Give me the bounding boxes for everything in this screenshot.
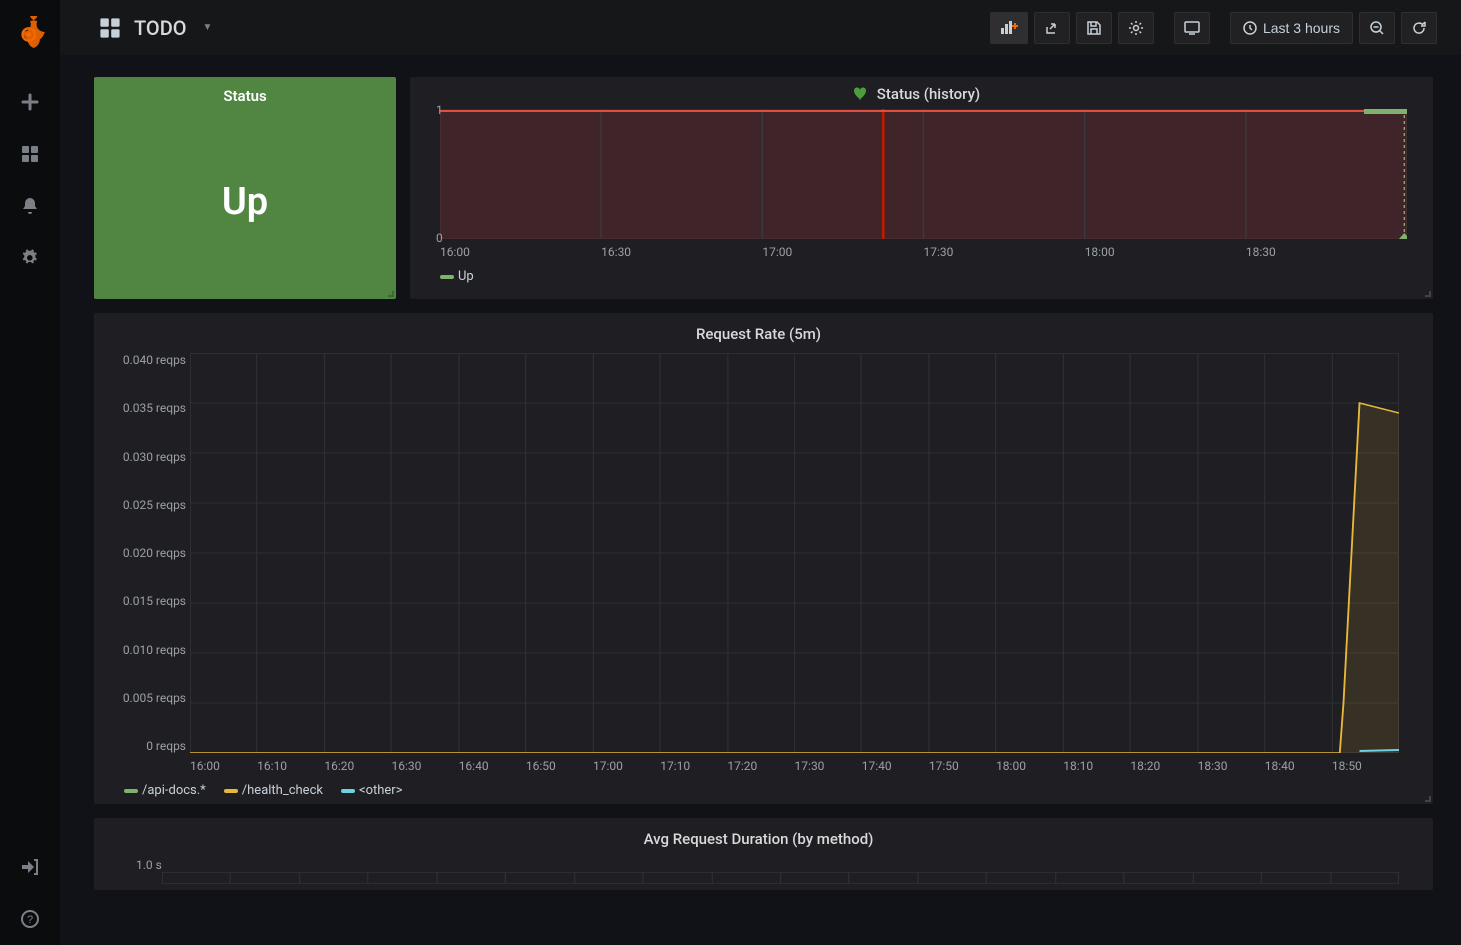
status-value: Up [222, 105, 268, 299]
save-button[interactable] [1076, 12, 1112, 44]
panel-avg-duration[interactable]: Avg Request Duration (by method) 1.0 s [94, 818, 1433, 890]
legend-item[interactable]: <other> [341, 783, 403, 798]
dashboard-title: TODO [134, 16, 187, 40]
resize-handle-icon[interactable] [1425, 291, 1431, 297]
legend-item[interactable]: /health_check [224, 783, 323, 798]
add-icon[interactable] [10, 82, 50, 122]
panel-status-history[interactable]: Status (history) 1 0 [410, 77, 1433, 299]
dashboards-icon[interactable] [10, 134, 50, 174]
panel-title: Status [223, 87, 266, 105]
bell-icon[interactable] [10, 186, 50, 226]
share-button[interactable] [1034, 12, 1070, 44]
chart-request-rate: 0.040 reqps 0.035 reqps 0.030 reqps 0.02… [190, 353, 1399, 753]
dashboard-title-dropdown[interactable]: TODO ▼ [98, 16, 212, 40]
svg-text:?: ? [27, 914, 33, 926]
legend: /api-docs.* /health_check <other> [124, 783, 1415, 798]
panel-title: Avg Request Duration (by method) [102, 830, 1415, 848]
cycle-view-button[interactable] [1174, 12, 1210, 44]
time-range-button[interactable]: Last 3 hours [1230, 12, 1353, 44]
panel-status[interactable]: Status Up [94, 77, 396, 299]
gear-icon[interactable] [10, 238, 50, 278]
resize-handle-icon[interactable] [1425, 796, 1431, 802]
x-axis: 16:0016:10 16:2016:30 16:4016:50 17:0017… [190, 753, 1399, 773]
resize-handle-icon[interactable] [388, 291, 394, 297]
help-icon[interactable]: ? [10, 899, 50, 939]
sidebar: ? [0, 0, 60, 945]
legend: Up [440, 269, 1415, 284]
y-tick: 1.0 s [136, 858, 1415, 872]
signin-icon[interactable] [10, 847, 50, 887]
heart-icon [853, 87, 869, 101]
panel-title: Request Rate (5m) [102, 325, 1415, 343]
clock-icon [1243, 21, 1257, 35]
grafana-logo-icon[interactable] [15, 16, 45, 48]
legend-item[interactable]: /api-docs.* [124, 783, 206, 798]
time-range-label: Last 3 hours [1263, 20, 1340, 36]
refresh-button[interactable] [1401, 12, 1437, 44]
chart-status-history: 1 0 [440, 109, 1407, 239]
add-panel-button[interactable] [990, 12, 1028, 44]
dashboards-icon [98, 16, 122, 40]
topbar: TODO ▼ [60, 0, 1461, 55]
legend-item[interactable]: Up [440, 269, 474, 284]
panel-request-rate[interactable]: Request Rate (5m) 0.040 reqps 0.035 reqp… [94, 313, 1433, 804]
chevron-down-icon: ▼ [203, 22, 213, 33]
panel-title: Status (history) [877, 85, 980, 103]
x-axis: 16:00 16:30 17:00 17:30 18:00 18:30 [440, 239, 1407, 259]
zoom-out-button[interactable] [1359, 12, 1395, 44]
settings-button[interactable] [1118, 12, 1154, 44]
